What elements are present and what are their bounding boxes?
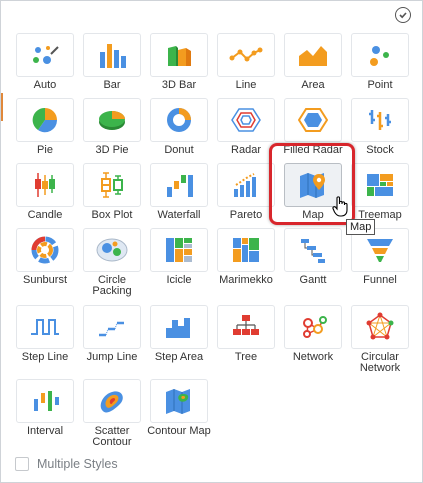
- bar-chart-icon: [83, 33, 141, 77]
- chart-type-treemap[interactable]: Treemap: [347, 163, 413, 221]
- 3d-bar-chart-icon: [150, 33, 208, 77]
- chart-type-label: Donut: [164, 144, 194, 156]
- chart-type-label: Candle: [27, 209, 63, 221]
- point-chart-icon: [351, 33, 409, 77]
- chart-type-3d-pie[interactable]: 3D Pie: [79, 98, 145, 156]
- chart-type-label: 3D Bar: [161, 79, 197, 91]
- chart-type-donut[interactable]: Donut: [146, 98, 212, 156]
- pie-chart-icon: [16, 98, 74, 142]
- waterfall-chart-icon: [150, 163, 208, 207]
- chart-type-panel: Auto Bar 3D Bar Line Area Point Pie 3D P…: [0, 0, 423, 483]
- chart-type-sunburst[interactable]: Sunburst: [12, 228, 78, 286]
- chart-type-label: Jump Line: [86, 351, 138, 363]
- chart-type-interval[interactable]: Interval: [12, 379, 78, 437]
- box-plot-icon: [83, 163, 141, 207]
- chart-type-pie[interactable]: Pie: [12, 98, 78, 156]
- chart-type-step-area[interactable]: Step Area: [146, 305, 212, 363]
- chart-type-label: 3D Pie: [95, 144, 129, 156]
- tooltip: Map: [346, 219, 376, 235]
- chart-type-scatter-contour[interactable]: Scatter Contour: [79, 379, 145, 448]
- chart-type-funnel[interactable]: Funnel: [347, 228, 413, 286]
- chart-type-label: Tree: [234, 351, 258, 363]
- area-chart-icon: [284, 33, 342, 77]
- chart-type-box-plot[interactable]: Box Plot: [79, 163, 145, 221]
- jump-line-icon: [83, 305, 141, 349]
- 3d-pie-chart-icon: [83, 98, 141, 142]
- chart-type-network[interactable]: Network: [280, 305, 346, 363]
- chart-type-marimekko[interactable]: Marimekko: [213, 228, 279, 286]
- circle-packing-icon: [83, 228, 141, 272]
- chart-type-bar[interactable]: Bar: [79, 33, 145, 91]
- chart-type-contour-map[interactable]: Contour Map: [146, 379, 212, 437]
- chart-type-label: Contour Map: [147, 425, 211, 437]
- auto-icon: [16, 33, 74, 77]
- chart-type-candle[interactable]: Candle: [12, 163, 78, 221]
- chart-type-point[interactable]: Point: [347, 33, 413, 91]
- tree-icon: [217, 305, 275, 349]
- chart-type-label: Gantt: [299, 274, 327, 286]
- chart-type-label: Bar: [103, 79, 121, 91]
- network-icon: [284, 305, 342, 349]
- chart-type-label: Step Area: [154, 351, 204, 363]
- chart-type-label: Point: [367, 79, 393, 91]
- chart-type-label: Stock: [366, 144, 394, 156]
- stock-chart-icon: [351, 98, 409, 142]
- chart-type-label: Circular Network: [359, 351, 401, 374]
- donut-chart-icon: [150, 98, 208, 142]
- chart-type-label: Waterfall: [157, 209, 201, 221]
- chart-type-label: Area: [301, 79, 325, 91]
- step-line-icon: [16, 305, 74, 349]
- multiple-styles-label: Multiple Styles: [37, 457, 118, 471]
- chart-type-circular-network[interactable]: Circular Network: [347, 305, 413, 374]
- chart-type-jump-line[interactable]: Jump Line: [79, 305, 145, 363]
- gantt-icon: [284, 228, 342, 272]
- chart-type-circle-packing[interactable]: Circle Packing: [79, 228, 145, 297]
- chart-type-label: Step Line: [21, 351, 69, 363]
- chart-type-label: Icicle: [166, 274, 192, 286]
- radar-chart-icon: [217, 98, 275, 142]
- chart-type-label: Circle Packing: [92, 274, 132, 297]
- chart-type-waterfall[interactable]: Waterfall: [146, 163, 212, 221]
- contour-map-icon: [150, 379, 208, 423]
- candle-chart-icon: [16, 163, 74, 207]
- pareto-chart-icon: [217, 163, 275, 207]
- chart-type-label: Line: [235, 79, 257, 91]
- panel-edge-accent: [1, 93, 3, 121]
- chart-type-label: Pie: [37, 144, 53, 156]
- chart-type-tree[interactable]: Tree: [213, 305, 279, 363]
- close-icon[interactable]: [395, 7, 411, 23]
- circular-network-icon: [351, 305, 409, 349]
- scatter-contour-icon: [83, 379, 141, 423]
- hand-cursor-icon: [332, 195, 350, 222]
- chart-type-icicle[interactable]: Icicle: [146, 228, 212, 286]
- multiple-styles-checkbox[interactable]: [15, 457, 29, 471]
- chart-type-3d-bar[interactable]: 3D Bar: [146, 33, 212, 91]
- chart-type-label: Scatter Contour: [92, 425, 132, 448]
- chart-type-label: Sunburst: [22, 274, 68, 286]
- chart-type-line[interactable]: Line: [213, 33, 279, 91]
- icicle-icon: [150, 228, 208, 272]
- chart-type-label: Marimekko: [219, 274, 273, 286]
- chart-type-label: Network: [292, 351, 334, 363]
- chart-type-label: Box Plot: [91, 209, 133, 221]
- chart-type-step-line[interactable]: Step Line: [12, 305, 78, 363]
- line-chart-icon: [217, 33, 275, 77]
- chart-type-label: Funnel: [363, 274, 397, 286]
- step-area-icon: [150, 305, 208, 349]
- chart-type-area[interactable]: Area: [280, 33, 346, 91]
- sunburst-icon: [16, 228, 74, 272]
- marimekko-icon: [217, 228, 275, 272]
- chart-type-label: Auto: [33, 79, 57, 91]
- treemap-icon: [351, 163, 409, 207]
- chart-type-auto[interactable]: Auto: [12, 33, 78, 91]
- chart-type-label: Interval: [26, 425, 64, 437]
- chart-type-stock[interactable]: Stock: [347, 98, 413, 156]
- interval-chart-icon: [16, 379, 74, 423]
- multiple-styles-option[interactable]: Multiple Styles: [15, 457, 118, 471]
- filled-radar-chart-icon: [284, 98, 342, 142]
- chart-type-gantt[interactable]: Gantt: [280, 228, 346, 286]
